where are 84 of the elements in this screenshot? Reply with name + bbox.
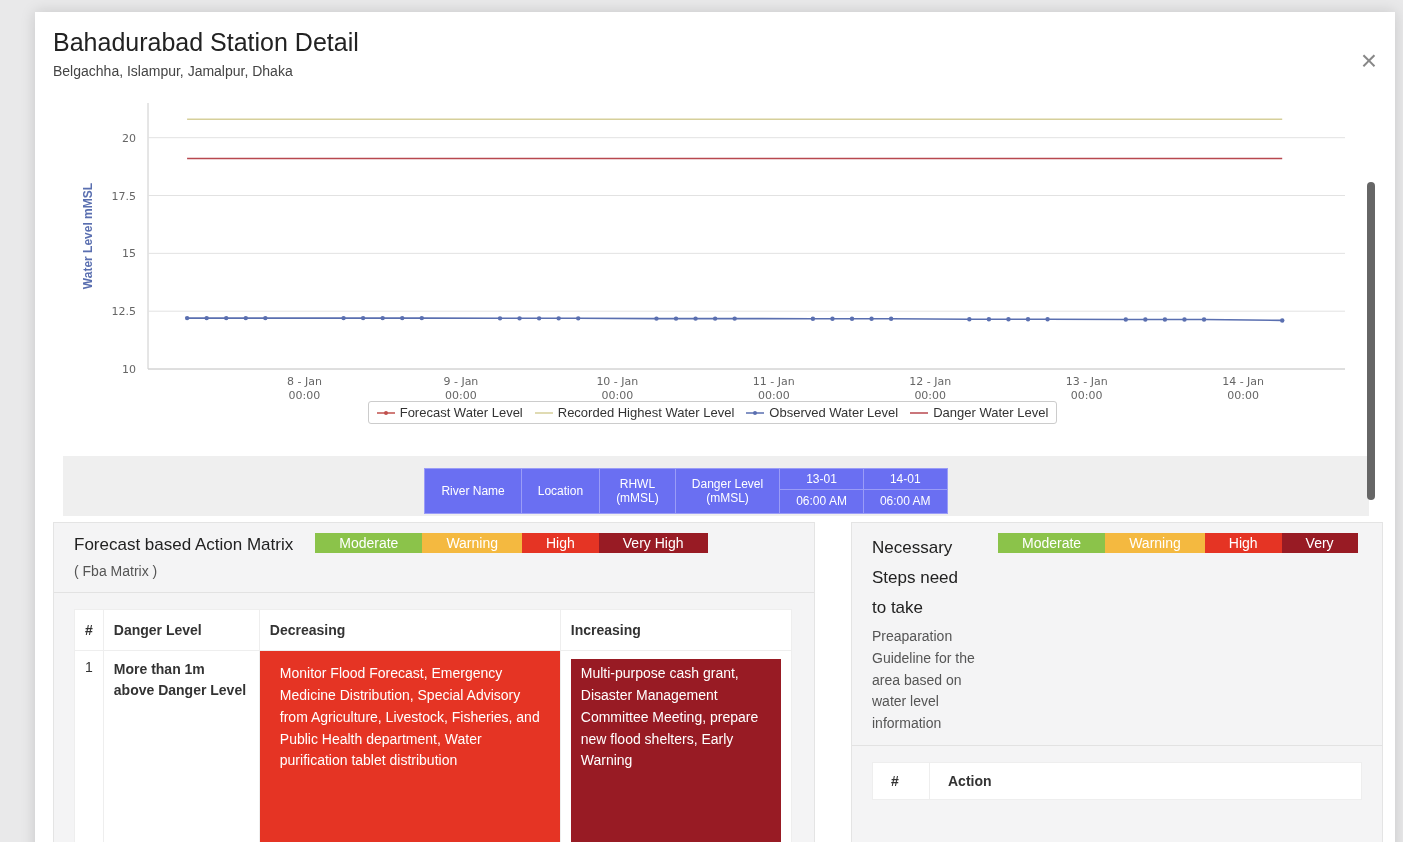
data-point [1123, 317, 1128, 322]
level-badge: Moderate [315, 533, 423, 553]
table-header: Action [929, 762, 1362, 800]
data-point [1201, 317, 1207, 322]
data-point [810, 316, 816, 321]
data-point [419, 315, 424, 321]
data-point [888, 316, 894, 321]
data-point [1006, 317, 1011, 322]
y-tick-label: 12.5 [111, 305, 136, 319]
table-header: # [74, 610, 104, 651]
x-tick-label: 12 - Jan 00:00 [909, 375, 952, 402]
close-button[interactable]: × [1356, 44, 1381, 78]
level-badge: High [1204, 533, 1282, 553]
data-point [654, 316, 659, 321]
level-badge: Moderate [998, 533, 1106, 553]
data-point [380, 315, 385, 321]
data-point [184, 315, 190, 321]
data-point [1162, 317, 1168, 322]
data-point [712, 316, 718, 321]
legend-item[interactable]: Recorded Highest Water Level [534, 405, 735, 420]
data-point [341, 315, 346, 321]
station-location: Belgachha, Islampur, Jamalpur, Dhaka [53, 63, 294, 79]
y-tick-label: 15 [122, 247, 136, 261]
level-badge: Warning [422, 533, 522, 553]
data-point [263, 315, 268, 321]
table-header: Danger Level (mMSL) [675, 468, 780, 514]
legend-item[interactable]: Danger Water Level [910, 405, 1049, 420]
table-header: 14-01 [863, 468, 948, 490]
data-point [517, 316, 522, 321]
data-point [556, 316, 561, 321]
data-point [673, 316, 679, 321]
table-header: RHWL (mMSL) [599, 468, 676, 514]
data-point [967, 317, 972, 322]
data-point [732, 316, 737, 321]
y-tick-label: 20 [122, 131, 136, 145]
data-point [1045, 317, 1050, 322]
data-point [497, 316, 503, 321]
data-point [849, 316, 855, 321]
data-point [693, 316, 698, 321]
data-point [224, 315, 229, 321]
x-tick-label: 10 - Jan 00:00 [596, 375, 639, 402]
x-tick-label: 13 - Jan 00:00 [1065, 375, 1108, 402]
x-tick-label: 11 - Jan 00:00 [752, 375, 795, 402]
data-point [830, 316, 835, 321]
data-point [204, 315, 209, 321]
level-badge: High [522, 533, 599, 553]
table-header: River Name [424, 468, 522, 514]
table-header: Danger Level [103, 610, 260, 651]
table-cell: 1 [74, 651, 104, 842]
panel-subtitle: ( Fba Matrix ) [74, 561, 159, 581]
level-badge: Very High [598, 533, 708, 553]
data-point [243, 315, 248, 321]
data-point [869, 316, 874, 321]
table-header: Decreasing [259, 610, 561, 651]
x-tick-label: 9 - Jan 00:00 [443, 375, 479, 402]
level-badge: Warning [1105, 533, 1205, 553]
scrollbar-thumb[interactable] [1367, 182, 1375, 500]
data-point [1143, 317, 1148, 322]
panel-title: Necessary Steps need to take [872, 537, 959, 619]
legend-item[interactable]: Forecast Water Level [376, 405, 523, 420]
data-point [360, 315, 366, 321]
table-header: # [872, 762, 930, 800]
level-badge: Very [1281, 533, 1358, 553]
data-point [1280, 318, 1285, 323]
data-point [400, 315, 405, 321]
data-point [986, 317, 992, 322]
table-header: 13-01 [779, 468, 864, 490]
panel-title: Forecast based Action Matrix [74, 534, 294, 556]
action-cell: Multi-purpose cash grant, Disaster Management Committee Meeting, prepare new flood shelters, Early Warning [570, 659, 781, 842]
x-tick-label: 8 - Jan 00:00 [287, 375, 322, 402]
data-point [1182, 317, 1187, 322]
y-tick-label: 17.5 [111, 189, 136, 203]
data-point [576, 316, 581, 321]
panel-subtitle: Preaparation Guideline for the area based on water level information [872, 627, 976, 733]
table-header: Location [521, 468, 600, 514]
legend-item[interactable]: Observed Water Level [746, 405, 899, 420]
y-tick-label: 10 [122, 363, 136, 376]
data-point [1025, 317, 1031, 322]
modal-title: Bahadurabad Station Detail [53, 28, 359, 57]
y-axis-title: Water Level mMSL [81, 182, 95, 290]
action-cell: Monitor Flood Forecast, Emergency Medicine Distribution, Special Advisory from Agriculture, Livestock, Fisheries, and Public Health department, Water purification tablet distribution [259, 651, 560, 842]
table-header: Increasing [560, 610, 792, 651]
data-point [536, 316, 542, 321]
x-tick-label: 14 - Jan 00:00 [1222, 375, 1265, 402]
